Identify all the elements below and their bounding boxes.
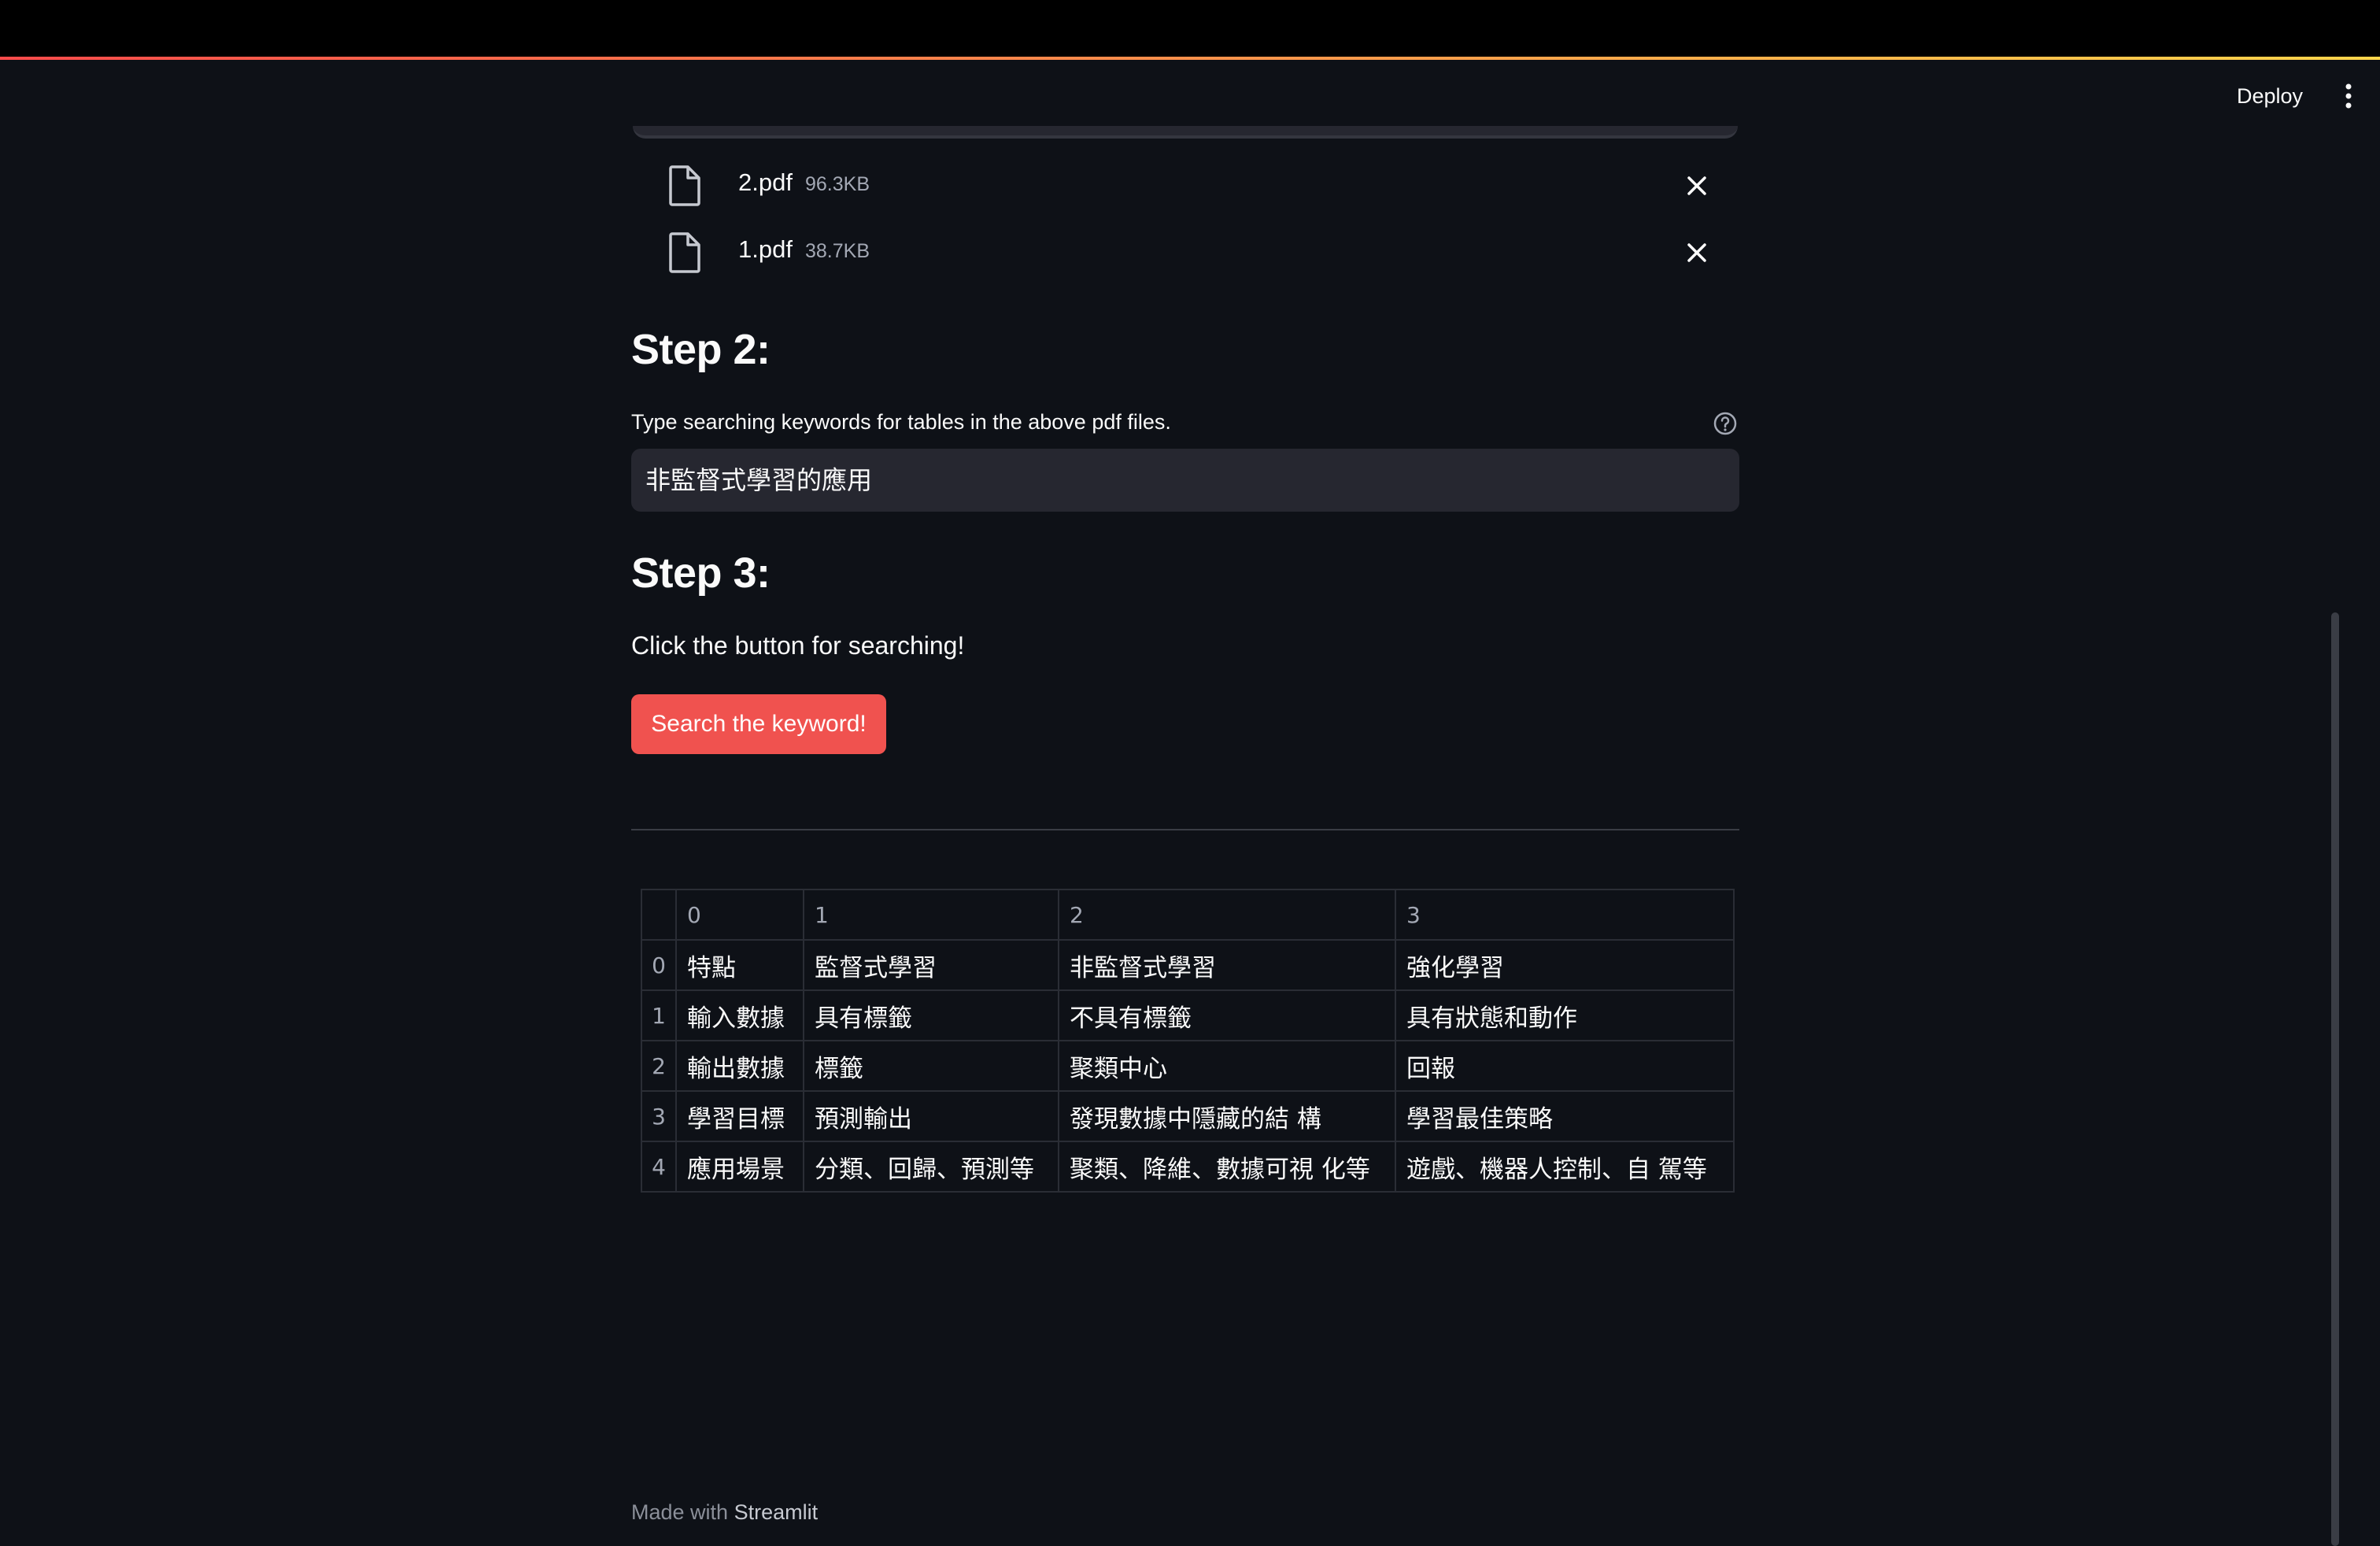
file-size: 38.7KB (805, 240, 870, 262)
table-cell[interactable]: 發現數據中隱藏的結 構 (1058, 1090, 1396, 1142)
close-icon[interactable] (1681, 237, 1713, 268)
table-cell[interactable]: 預測輸出 (803, 1090, 1059, 1142)
step3-heading: Step 3: (631, 549, 771, 597)
file-name: 2.pdf (738, 168, 793, 196)
row-index: 1 (641, 989, 677, 1041)
file-name: 1.pdf (738, 235, 793, 263)
table-row: 0 特點 監督式學習 非監督式學習 強化學習 (641, 939, 1735, 991)
table-header-row: 0 1 2 3 (641, 889, 1735, 941)
table-cell[interactable]: 遊戲、機器人控制、自 駕等 (1395, 1141, 1735, 1193)
table-cell[interactable]: 回報 (1395, 1040, 1735, 1092)
footer-made-with: Made with (631, 1500, 729, 1524)
divider (631, 829, 1739, 830)
table-cell[interactable]: 學習最佳策略 (1395, 1090, 1735, 1142)
row-index: 4 (641, 1141, 677, 1193)
table-cell[interactable]: 分類、回歸、預測等 (803, 1141, 1059, 1193)
scrollbar[interactable] (2331, 612, 2339, 1546)
table-row: 4 應用場景 分類、回歸、預測等 聚類、降維、數據可視 化等 遊戲、機器人控制、… (641, 1141, 1735, 1193)
row-index: 0 (641, 939, 677, 991)
uploaded-file-row: 2.pdf 96.3KB (666, 161, 1720, 216)
result-table: 0 1 2 3 0 特點 監督式學習 非監督式學習 強化學習 1 輸入數據 具有… (641, 889, 1735, 1193)
table-cell[interactable]: 聚類中心 (1058, 1040, 1396, 1092)
table-cell[interactable]: 監督式學習 (803, 939, 1059, 991)
table-cell[interactable]: 學習目標 (675, 1090, 804, 1142)
browser-top-bar (0, 0, 2380, 58)
index-header (641, 889, 677, 941)
file-icon (666, 164, 704, 208)
deploy-button[interactable]: Deploy (2219, 79, 2320, 113)
table-row: 1 輸入數據 具有標籤 不具有標籤 具有狀態和動作 (641, 989, 1735, 1041)
table-cell[interactable]: 標籤 (803, 1040, 1059, 1092)
kebab-menu-icon[interactable] (2331, 79, 2366, 113)
table-cell[interactable]: 聚類、降維、數據可視 化等 (1058, 1141, 1396, 1193)
file-uploader-dropzone-edge (633, 126, 1738, 139)
search-instruction: Click the button for searching! (631, 631, 965, 660)
keyword-input-label: Type searching keywords for tables in th… (631, 410, 1171, 434)
step2-heading: Step 2: (631, 326, 771, 373)
file-size: 96.3KB (805, 173, 870, 195)
question-circle-icon[interactable] (1713, 411, 1738, 436)
table-cell[interactable]: 特點 (675, 939, 804, 991)
table-cell[interactable]: 非監督式學習 (1058, 939, 1396, 991)
table-cell[interactable]: 不具有標籤 (1058, 989, 1396, 1041)
uploaded-file-row: 1.pdf 38.7KB (666, 227, 1720, 283)
column-header[interactable]: 1 (803, 889, 1059, 941)
table-cell[interactable]: 具有標籤 (803, 989, 1059, 1041)
column-header[interactable]: 3 (1395, 889, 1735, 941)
keyword-input[interactable]: 非監督式學習的應用 (631, 449, 1739, 512)
table-cell[interactable]: 具有狀態和動作 (1395, 989, 1735, 1041)
header-decoration-bar (0, 57, 2380, 60)
close-icon[interactable] (1681, 170, 1713, 202)
streamlit-link[interactable]: Streamlit (734, 1500, 819, 1524)
column-header[interactable]: 2 (1058, 889, 1396, 941)
file-icon (666, 231, 704, 275)
row-index: 3 (641, 1090, 677, 1142)
table-cell[interactable]: 輸出數據 (675, 1040, 804, 1092)
column-header[interactable]: 0 (675, 889, 804, 941)
table-cell[interactable]: 輸入數據 (675, 989, 804, 1041)
search-button[interactable]: Search the keyword! (631, 694, 886, 754)
table-row: 2 輸出數據 標籤 聚類中心 回報 (641, 1040, 1735, 1092)
footer: Made with Streamlit (631, 1500, 818, 1525)
table-cell[interactable]: 強化學習 (1395, 939, 1735, 991)
row-index: 2 (641, 1040, 677, 1092)
table-row: 3 學習目標 預測輸出 發現數據中隱藏的結 構 學習最佳策略 (641, 1090, 1735, 1142)
table-cell[interactable]: 應用場景 (675, 1141, 804, 1193)
